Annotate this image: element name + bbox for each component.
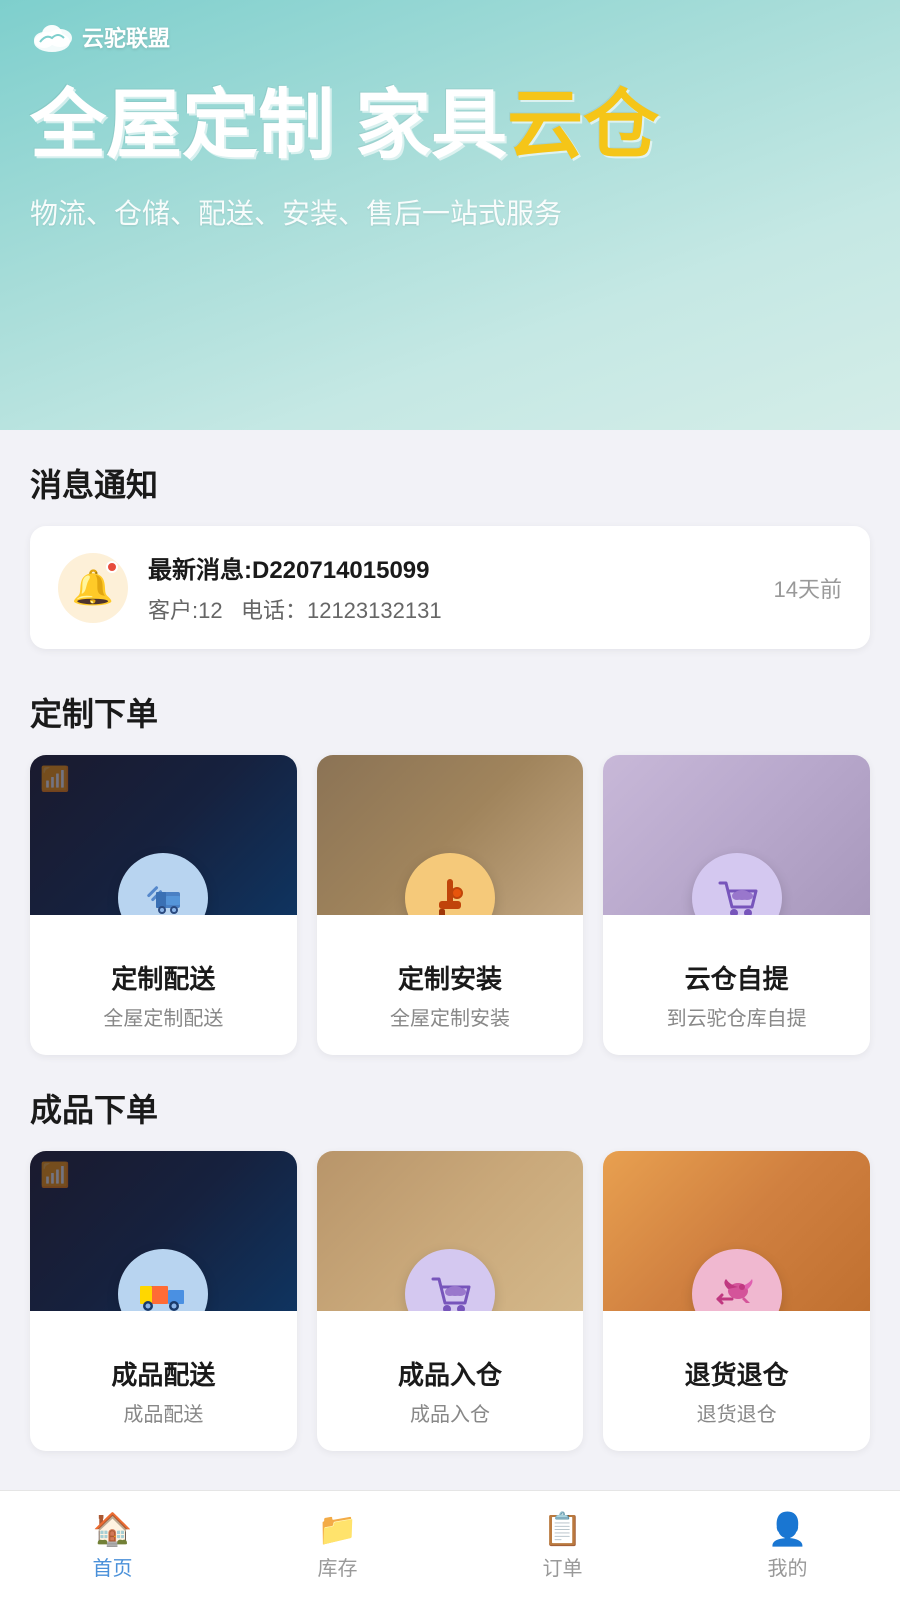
return-card-bg: [603, 1151, 870, 1311]
install-info: 定制安装 全屋定制安装: [317, 915, 584, 1055]
finished-card-return[interactable]: 退货退仓 退货退仓: [603, 1151, 870, 1451]
nav-orders-label: 订单: [543, 1552, 583, 1581]
install-card-bg: [317, 755, 584, 915]
custom-order-title: 定制下单: [30, 689, 870, 735]
delivery-icon-circle: [118, 853, 208, 915]
wifi-decoration-2: 📶: [40, 1161, 70, 1190]
notification-section-title: 消息通知: [30, 460, 870, 506]
service-card-pickup[interactable]: 云仓自提 到云驼仓库自提: [603, 755, 870, 1055]
bottom-nav: 🏠 首页 📁 库存 📋 订单 👤 我的: [0, 1490, 900, 1600]
pickup-info: 云仓自提 到云驼仓库自提: [603, 915, 870, 1055]
notification-latest-label: 最新消息:: [148, 557, 252, 584]
nav-inventory[interactable]: 📁 库存: [225, 1491, 450, 1600]
finished-order-section: 成品下单 📶: [0, 1065, 900, 1461]
customer-label: 客户:: [148, 598, 198, 623]
pickup-card-bg: [603, 755, 870, 915]
wifi-decoration: 📶: [40, 765, 70, 794]
finished-card-delivery[interactable]: 📶 成: [30, 1151, 297, 1451]
finished-delivery-bg: 📶: [30, 1151, 297, 1311]
warehouse-name: 成品入仓: [333, 1355, 568, 1392]
banner-title-yellow: 云仓: [507, 83, 659, 168]
delivery-name: 定制配送: [46, 959, 281, 996]
bell-icon: 🔔: [72, 568, 114, 608]
finished-delivery-desc: 成品配送: [46, 1398, 281, 1427]
home-icon: 🏠: [93, 1510, 133, 1548]
install-icon-circle: [405, 853, 495, 915]
logo-icon: [30, 20, 74, 54]
nav-orders[interactable]: 📋 订单: [450, 1491, 675, 1600]
warehouse-card-bg: [317, 1151, 584, 1311]
finished-delivery-info: 成品配送 成品配送: [30, 1311, 297, 1451]
notification-body: 最新消息:D220714015099 客户:12 电话：12123132131: [148, 550, 754, 625]
nav-profile[interactable]: 👤 我的: [675, 1491, 900, 1600]
nav-inventory-label: 库存: [318, 1552, 358, 1581]
custom-order-grid: 📶: [30, 755, 870, 1055]
return-icon-circle: [692, 1249, 782, 1311]
warehouse-desc: 成品入仓: [333, 1398, 568, 1427]
inventory-icon: 📁: [318, 1510, 358, 1548]
warehouse-info: 成品入仓 成品入仓: [317, 1311, 584, 1451]
delivery-info: 定制配送 全屋定制配送: [30, 915, 297, 1055]
finished-truck-icon: [136, 1274, 190, 1311]
install-name: 定制安装: [333, 959, 568, 996]
banner-subtitle: 物流、仓储、配送、安装、售后一站式服务: [30, 192, 870, 232]
banner-title-white: 全屋定制 家具: [30, 83, 507, 168]
notification-icon-wrap: 🔔: [58, 553, 128, 623]
notification-card[interactable]: 🔔 最新消息:D220714015099 客户:12 电话：1212313213…: [30, 526, 870, 649]
return-bird-icon: [712, 1269, 762, 1311]
notification-title: 最新消息:D220714015099: [148, 550, 754, 585]
install-desc: 全屋定制安装: [333, 1002, 568, 1031]
warehouse-cart-icon: [425, 1269, 475, 1311]
phone-number: 12123132131: [307, 598, 442, 623]
main-content: 消息通知 🔔 最新消息:D220714015099 客户:12 电话：12123…: [0, 430, 900, 1581]
delivery-truck-icon: [138, 878, 188, 915]
nav-profile-label: 我的: [768, 1552, 808, 1581]
finished-card-warehouse[interactable]: 成品入仓 成品入仓: [317, 1151, 584, 1451]
nav-home-label: 首页: [93, 1552, 133, 1581]
install-tool-icon: [425, 873, 475, 915]
pickup-name: 云仓自提: [619, 959, 854, 996]
orders-icon: 📋: [543, 1510, 583, 1548]
banner-title: 全屋定制 家具云仓: [30, 84, 870, 168]
header-banner: 云驼联盟 全屋定制 家具云仓 物流、仓储、配送、安装、售后一站式服务: [0, 0, 900, 430]
finished-order-title: 成品下单: [30, 1085, 870, 1131]
return-info: 退货退仓 退货退仓: [603, 1311, 870, 1451]
return-desc: 退货退仓: [619, 1398, 854, 1427]
customer-id: 12: [198, 598, 222, 623]
finished-delivery-icon: [118, 1249, 208, 1311]
pickup-desc: 到云驼仓库自提: [619, 1002, 854, 1031]
profile-icon: 👤: [768, 1510, 808, 1548]
notification-section: 消息通知 🔔 最新消息:D220714015099 客户:12 电话：12123…: [0, 430, 900, 659]
service-card-install[interactable]: 定制安装 全屋定制安装: [317, 755, 584, 1055]
nav-home[interactable]: 🏠 首页: [0, 1491, 225, 1600]
delivery-card-bg: 📶: [30, 755, 297, 915]
logo-area: 云驼联盟: [30, 20, 870, 54]
pickup-icon-circle: [692, 853, 782, 915]
pickup-cart-icon: [712, 873, 762, 915]
finished-order-grid: 📶 成: [30, 1151, 870, 1451]
service-card-delivery[interactable]: 📶: [30, 755, 297, 1055]
notification-time: 14天前: [774, 572, 842, 604]
notification-order-id: D220714015099: [252, 557, 430, 584]
notification-detail: 客户:12 电话：12123132131: [148, 593, 754, 625]
warehouse-icon-circle: [405, 1249, 495, 1311]
notification-dot: [106, 561, 118, 573]
return-name: 退货退仓: [619, 1355, 854, 1392]
delivery-desc: 全屋定制配送: [46, 1002, 281, 1031]
app-name: 云驼联盟: [82, 21, 170, 53]
phone-label: 电话：: [241, 598, 307, 623]
custom-order-section: 定制下单 📶: [0, 659, 900, 1065]
finished-delivery-name: 成品配送: [46, 1355, 281, 1392]
